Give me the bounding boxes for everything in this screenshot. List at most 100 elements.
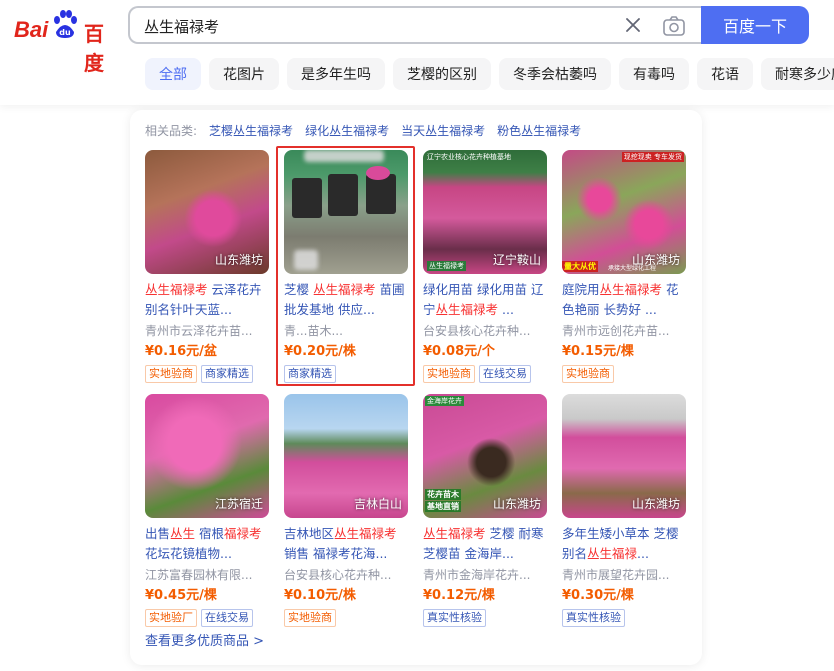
location-label: 山东潍坊 xyxy=(492,497,541,511)
camera-icon[interactable] xyxy=(662,15,686,37)
location-label: 山东潍坊 xyxy=(214,253,263,267)
location-label: 吉林白山 xyxy=(353,497,402,511)
shop-name[interactable]: 青州市远创花卉苗... xyxy=(562,322,686,340)
search-box xyxy=(128,6,702,44)
product-image[interactable]: 山东潍坊 xyxy=(562,394,686,518)
product-item[interactable]: 江苏宿迁 出售丛生 宿根福禄考 花坛花镜植物... 江苏富春园林有限... ¥0… xyxy=(145,394,269,627)
baidu-logo[interactable]: Bai du 百度 xyxy=(14,6,114,75)
price: ¥0.20元/株 xyxy=(284,344,356,359)
product-title[interactable]: 吉林地区丛生福禄考 销售 福禄考花海... xyxy=(284,524,408,564)
tag-badge: 实地验商 xyxy=(284,609,336,627)
tag-list: 实地验商 xyxy=(284,609,408,627)
clear-icon[interactable] xyxy=(623,15,643,35)
tag-badge: 商家精选 xyxy=(284,365,336,383)
shop-name[interactable]: 江苏富春园林有限... xyxy=(145,566,269,584)
tag-badge: 在线交易 xyxy=(479,365,531,383)
logo-du-text: 百度 xyxy=(84,22,104,75)
shop-name[interactable]: 青州市展望花卉园... xyxy=(562,566,686,584)
product-title[interactable]: 庭院用丛生福禄考 花色艳丽 长势好 ... xyxy=(562,280,686,320)
tag-badge: 实地验厂 xyxy=(145,609,197,627)
filter-bar: 全部 花图片 是多年生吗 芝樱的区别 冬季会枯萎吗 有毒吗 花语 耐寒多少度 xyxy=(145,58,834,90)
search-input[interactable] xyxy=(144,15,604,37)
badge-text: 量大从优 xyxy=(562,261,598,272)
badge-text: 基地直销 xyxy=(425,501,461,512)
related-link[interactable]: 当天丛生福禄考 xyxy=(401,122,485,139)
price: ¥0.30元/棵 xyxy=(562,588,634,603)
tag-list: 实地验商 xyxy=(562,365,686,383)
product-card: 相关品类: 芝樱丛生福禄考 绿化丛生福禄考 当天丛生福禄考 粉色丛生福禄考 山东… xyxy=(130,110,702,665)
tag-badge: 商家精选 xyxy=(201,365,253,383)
price: ¥0.12元/棵 xyxy=(423,588,495,603)
filter-difference[interactable]: 芝樱的区别 xyxy=(393,58,491,90)
product-title[interactable]: 多年生矮小草本 芝樱 别名丛生福禄... xyxy=(562,524,686,564)
location-label: 江苏宿迁 xyxy=(214,497,263,511)
filter-flower-language[interactable]: 花语 xyxy=(697,58,753,90)
tag-badge: 实地验商 xyxy=(145,365,197,383)
price: ¥0.08元/个 xyxy=(423,344,495,359)
product-title[interactable]: 芝樱 丛生福禄考 苗圃 批发基地 供应... xyxy=(284,280,408,320)
filter-cold-hardiness[interactable]: 耐寒多少度 xyxy=(761,58,834,90)
filter-toxic[interactable]: 有毒吗 xyxy=(619,58,689,90)
location-label: 山东潍坊 xyxy=(631,497,680,511)
product-title[interactable]: 丛生福禄考 芝樱 耐寒 芝樱苗 金海岸... xyxy=(423,524,547,564)
badge-text: 现挖现卖 专车发货 xyxy=(621,152,684,162)
price: ¥0.16元/盆 xyxy=(145,344,217,359)
product-title[interactable]: 丛生福禄考 云泽花卉 别名针叶天蓝... xyxy=(145,280,269,320)
product-item[interactable]: 辽宁农业核心花卉种植基地 丛生福禄考 辽宁鞍山 绿化用苗 绿化用苗 辽宁丛生福禄… xyxy=(423,150,547,383)
related-categories: 相关品类: 芝樱丛生福禄考 绿化丛生福禄考 当天丛生福禄考 粉色丛生福禄考 xyxy=(145,122,581,139)
product-image[interactable]: 金海岸花卉 花卉苗木 基地直销 山东潍坊 xyxy=(423,394,547,518)
tag-list: 真实性核验 xyxy=(423,609,547,627)
product-item[interactable]: 金海岸花卉 花卉苗木 基地直销 山东潍坊 丛生福禄考 芝樱 耐寒 芝樱苗 金海岸… xyxy=(423,394,547,627)
product-image[interactable]: 山东潍坊 xyxy=(145,150,269,274)
see-more-link[interactable]: 查看更多优质商品 > xyxy=(145,630,264,649)
tag-list: 实地验厂 在线交易 xyxy=(145,609,269,627)
product-image[interactable] xyxy=(284,150,408,274)
shop-name[interactable]: 青州市金海岸花卉... xyxy=(423,566,547,584)
related-link[interactable]: 粉色丛生福禄考 xyxy=(497,122,581,139)
price: ¥0.10元/株 xyxy=(284,588,356,603)
product-image[interactable]: 辽宁农业核心花卉种植基地 丛生福禄考 辽宁鞍山 xyxy=(423,150,547,274)
tag-badge: 真实性核验 xyxy=(562,609,625,627)
badge-text: 花卉苗木 xyxy=(425,489,461,500)
product-item[interactable]: 山东潍坊 多年生矮小草本 芝樱 别名丛生福禄... 青州市展望花卉园... ¥0… xyxy=(562,394,686,627)
price: ¥0.45元/棵 xyxy=(145,588,217,603)
badge-text: 辽宁农业核心花卉种植基地 xyxy=(427,153,511,161)
search-button[interactable]: 百度一下 xyxy=(701,6,809,44)
shop-name[interactable]: 青...苗木... xyxy=(284,322,408,340)
tag-badge: 实地验商 xyxy=(423,365,475,383)
product-image[interactable]: 江苏宿迁 xyxy=(145,394,269,518)
filter-perennial[interactable]: 是多年生吗 xyxy=(287,58,385,90)
tag-list: 真实性核验 xyxy=(562,609,686,627)
tag-list: 实地验商 商家精选 xyxy=(145,365,269,383)
paw-icon: du xyxy=(54,10,77,38)
shop-name[interactable]: 台安县核心花卉种... xyxy=(423,322,547,340)
product-item[interactable]: 现挖现卖 专车发货 量大从优 承接大型绿化工程 山东潍坊 庭院用丛生福禄考 花色… xyxy=(562,150,686,383)
product-title[interactable]: 出售丛生 宿根福禄考 花坛花镜植物... xyxy=(145,524,269,564)
product-item[interactable]: 吉林白山 吉林地区丛生福禄考 销售 福禄考花海... 台安县核心花卉种... ¥… xyxy=(284,394,408,627)
product-title[interactable]: 绿化用苗 绿化用苗 辽宁丛生福禄考 ... xyxy=(423,280,547,320)
badge-text: 丛生福禄考 xyxy=(427,261,466,271)
tag-list: 实地验商 在线交易 xyxy=(423,365,547,383)
badge-text: 金海岸花卉 xyxy=(425,396,464,406)
logo-bai-text: Bai xyxy=(14,17,49,42)
tag-badge: 实地验商 xyxy=(562,365,614,383)
tag-badge: 真实性核验 xyxy=(423,609,486,627)
filter-images[interactable]: 花图片 xyxy=(209,58,279,90)
shop-name[interactable]: 台安县核心花卉种... xyxy=(284,566,408,584)
filter-winter[interactable]: 冬季会枯萎吗 xyxy=(499,58,611,90)
product-item[interactable]: 山东潍坊 丛生福禄考 云泽花卉 别名针叶天蓝... 青州市云泽花卉苗... ¥0… xyxy=(145,150,269,383)
tag-list: 商家精选 xyxy=(284,365,408,383)
location-label: 辽宁鞍山 xyxy=(492,253,541,267)
shop-name[interactable]: 青州市云泽花卉苗... xyxy=(145,322,269,340)
related-link[interactable]: 绿化丛生福禄考 xyxy=(305,122,389,139)
filter-all[interactable]: 全部 xyxy=(145,58,201,90)
related-link[interactable]: 芝樱丛生福禄考 xyxy=(209,122,293,139)
price: ¥0.15元/棵 xyxy=(562,344,634,359)
related-label: 相关品类: xyxy=(145,124,198,138)
product-image[interactable]: 现挖现卖 专车发货 量大从优 承接大型绿化工程 山东潍坊 xyxy=(562,150,686,274)
header: Bai du 百度 百度一下 全部 花图片 是多年生吗 芝樱的区别 冬季会枯萎吗… xyxy=(0,0,834,105)
product-image[interactable]: 吉林白山 xyxy=(284,394,408,518)
location-label: 山东潍坊 xyxy=(631,253,680,267)
product-item[interactable]: 芝樱 丛生福禄考 苗圃 批发基地 供应... 青...苗木... ¥0.20元/… xyxy=(284,150,408,383)
tag-badge: 在线交易 xyxy=(201,609,253,627)
